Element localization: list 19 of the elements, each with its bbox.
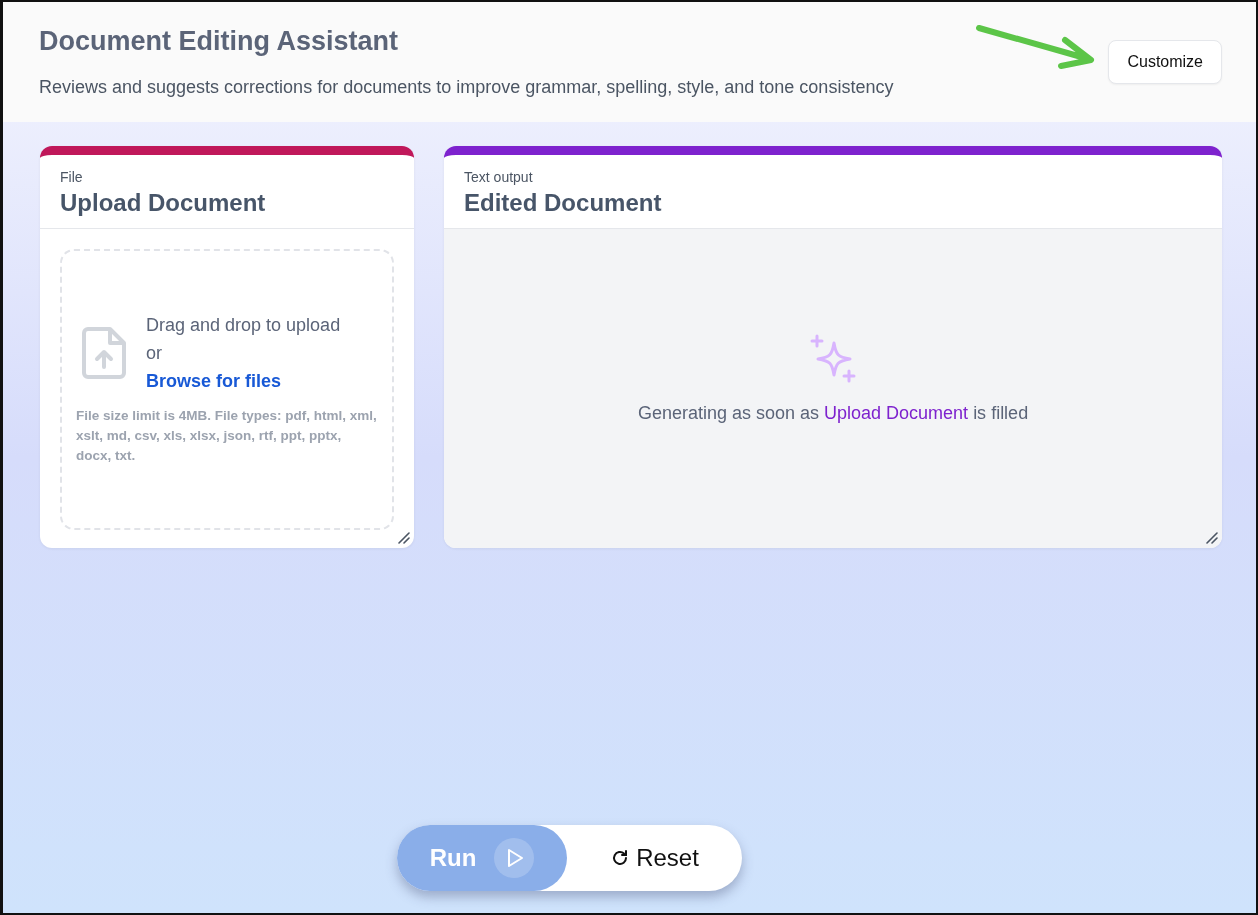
customize-button[interactable]: Customize xyxy=(1108,40,1222,84)
page-subtitle: Reviews and suggests corrections for documents to improve grammar, spelling, style, and tone consistency xyxy=(39,77,894,98)
card-type-label: Text output xyxy=(464,169,534,185)
card-title: Edited Document xyxy=(464,189,663,217)
generation-message: Generating as soon as Upload Document is filled xyxy=(637,403,1029,424)
or-label: or xyxy=(146,341,163,364)
page-title: Document Editing Assistant xyxy=(39,26,400,57)
drop-instruction: Drag and drop to upload xyxy=(146,313,341,336)
drop-zone[interactable]: Drag and drop to upload or Browse for files File size limit is 4MB. File types: pdf, html, xml, xslt, md, csv, xls, xlsx, json, rtf, ppt, pptx, docx, txt. xyxy=(60,249,395,530)
resize-handle-icon[interactable] xyxy=(1204,530,1218,544)
resize-handle-icon[interactable] xyxy=(396,530,411,544)
card-title: Upload Document xyxy=(60,189,267,217)
browse-files-link[interactable]: Browse for files xyxy=(146,369,341,392)
file-limits-text: File size limit is 4MB. File types: pdf, html, xml, xslt, md, csv, xls, xlsx, json, rtf, ppt, pptx, docx, txt. xyxy=(76,406,378,465)
reset-button[interactable]: Reset xyxy=(567,825,742,891)
play-icon xyxy=(494,838,535,878)
sparkle-icon xyxy=(808,333,858,383)
file-upload-icon xyxy=(82,326,126,379)
card-type-label: File xyxy=(60,169,84,185)
